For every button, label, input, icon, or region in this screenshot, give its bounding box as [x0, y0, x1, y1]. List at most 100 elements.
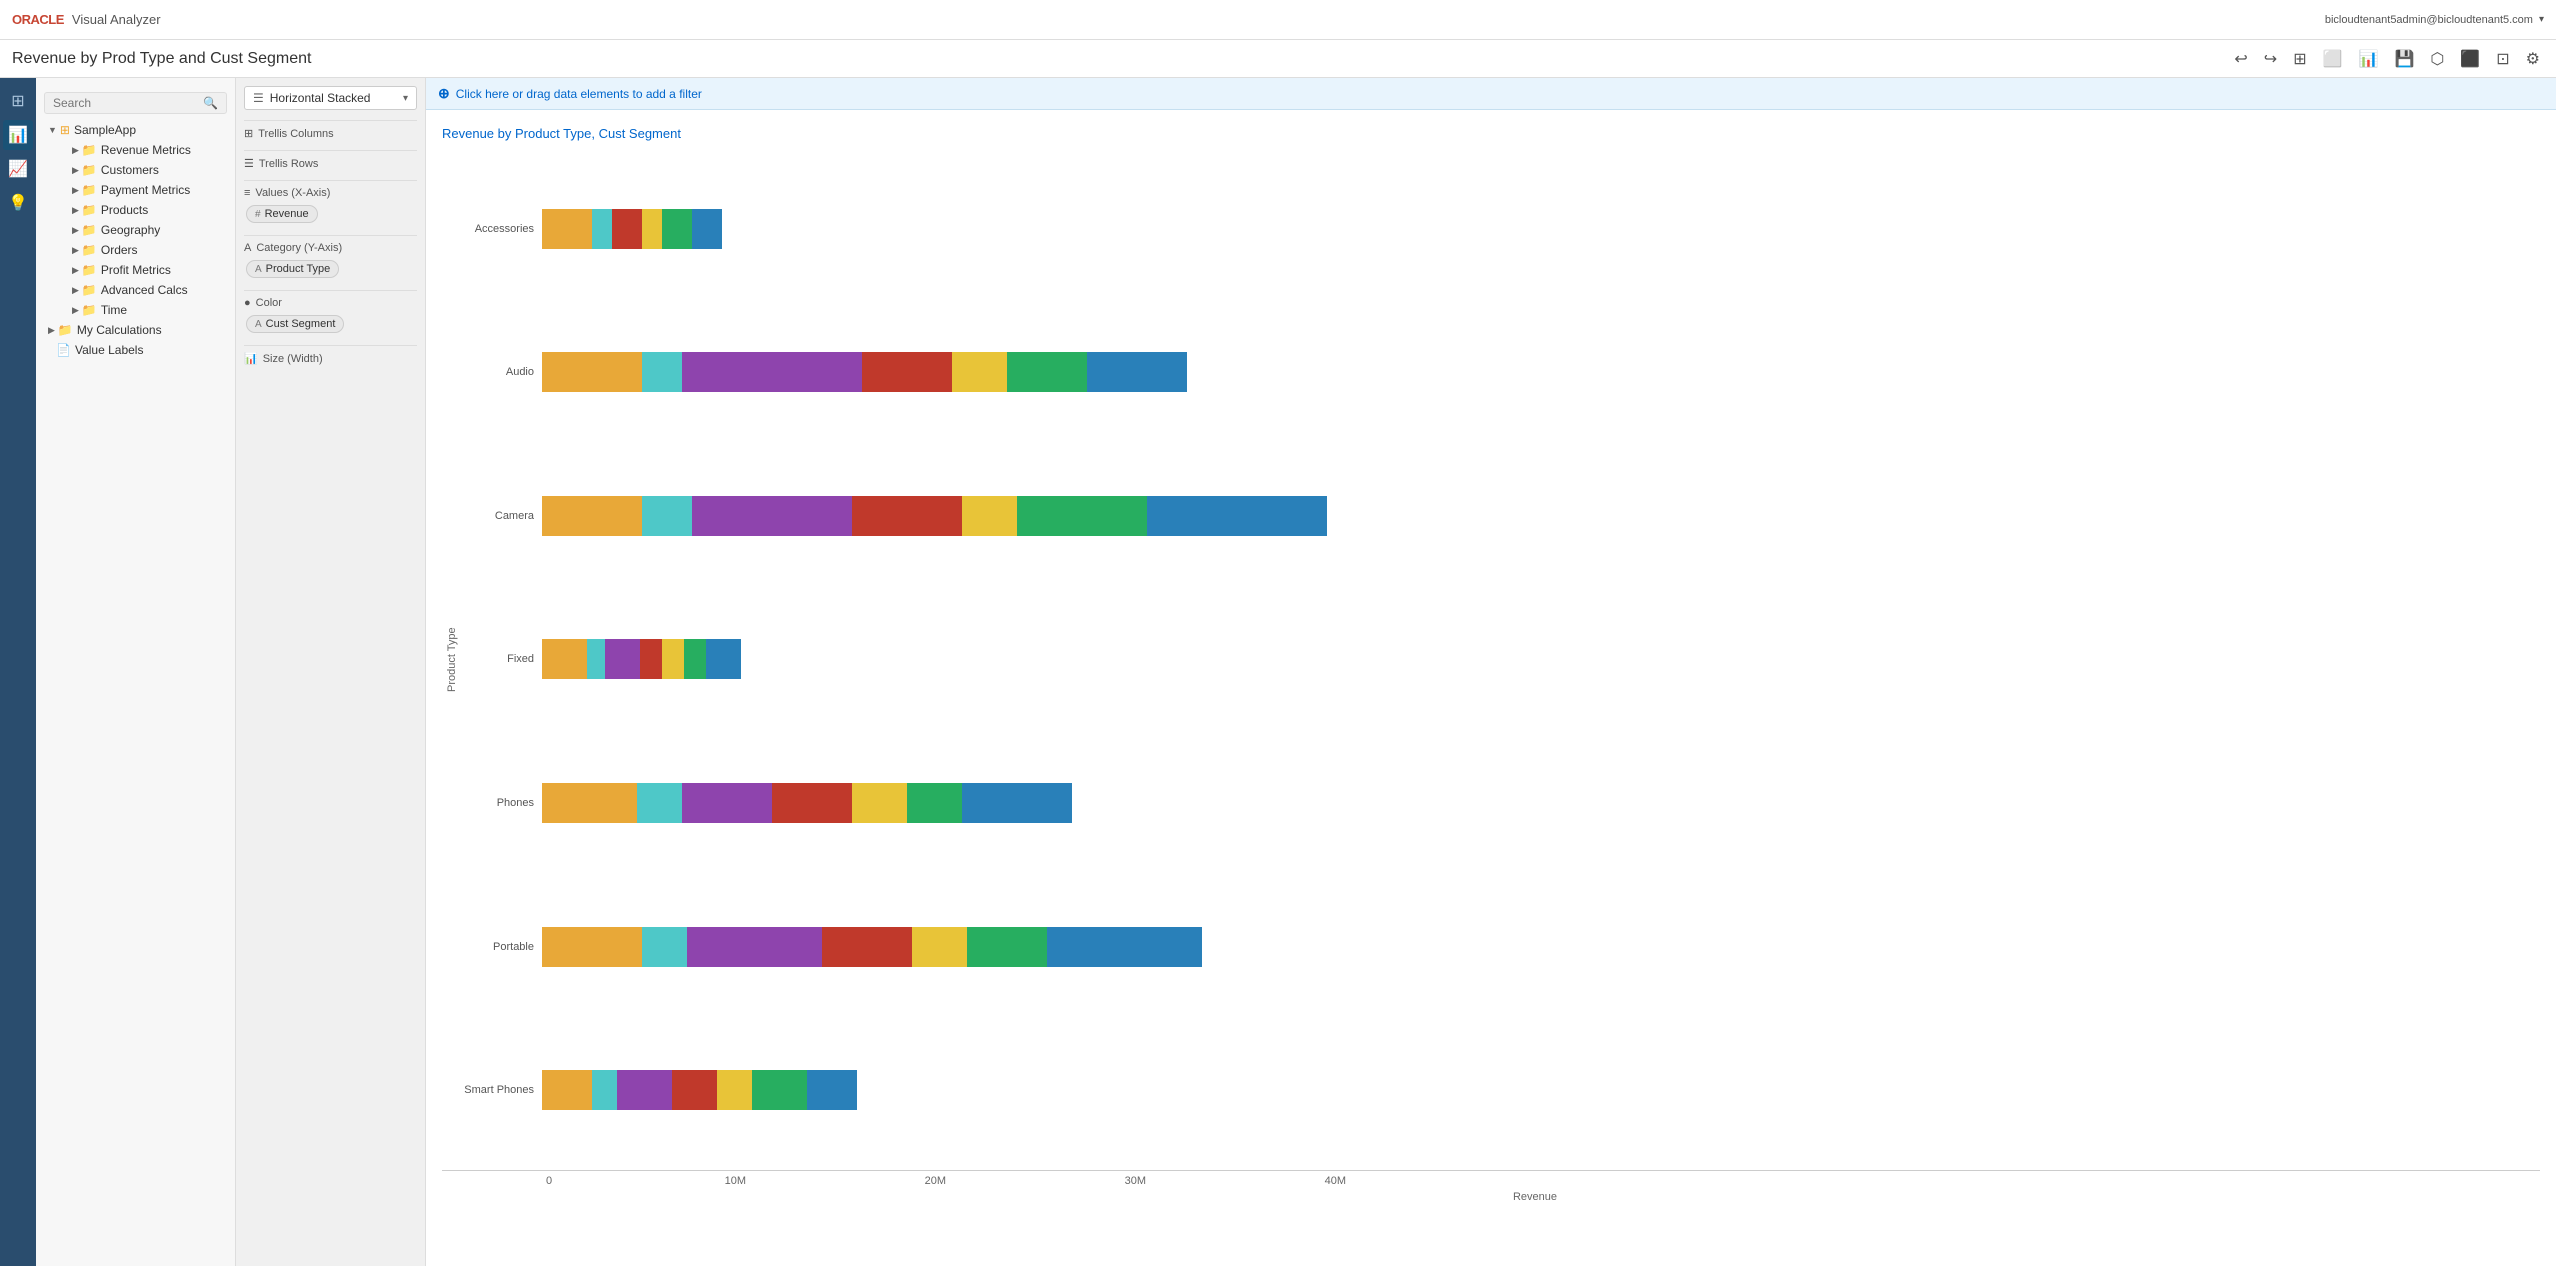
folder-icon: ⊞	[60, 123, 70, 137]
sidebar-item-advanced-calcs[interactable]: ▶ 📁 Advanced Calcs	[60, 280, 235, 300]
sidebar-label-my-calculations: My Calculations	[77, 323, 162, 337]
user-menu-chevron[interactable]: ▾	[2539, 14, 2544, 25]
grammar-section-color: ● Color A Cust Segment	[244, 290, 417, 335]
nav-icon-lightbulb[interactable]: 💡	[3, 188, 33, 218]
product-type-pill[interactable]: A Product Type	[246, 260, 339, 278]
segment	[772, 783, 852, 823]
segment	[617, 1070, 672, 1110]
sidebar-item-revenue-metrics[interactable]: ▶ 📁 Revenue Metrics	[60, 140, 235, 160]
sidebar-item-products[interactable]: ▶ 📁 Products	[60, 200, 235, 220]
segment	[1007, 352, 1087, 392]
app-name: Visual Analyzer	[72, 12, 161, 27]
fullscreen-button[interactable]: ⊡	[2492, 47, 2513, 71]
chart-type-button[interactable]: ⊞	[2289, 47, 2310, 71]
sidebar-item-payment-metrics[interactable]: ▶ 📁 Payment Metrics	[60, 180, 235, 200]
segment	[682, 352, 862, 392]
sidebar-label-value-labels: Value Labels	[75, 343, 144, 357]
grammar-section-trellis-columns: ⊞ Trellis Columns	[244, 120, 417, 140]
nav-icon-data[interactable]: 📊	[3, 120, 33, 150]
segment	[807, 1070, 857, 1110]
expand-icon-customers: ▶	[72, 165, 79, 176]
segment	[642, 496, 692, 536]
sidebar-item-sampleapp[interactable]: ▼ ⊞ SampleApp	[36, 120, 235, 140]
present-button[interactable]: ⬛	[2456, 47, 2484, 71]
bar-label-accessories: Accessories	[462, 223, 542, 235]
sidebar-item-customers[interactable]: ▶ 📁 Customers	[60, 160, 235, 180]
export-button[interactable]: ⬜	[2319, 47, 2347, 71]
segment	[692, 496, 852, 536]
segment	[592, 1070, 617, 1110]
segment	[592, 209, 612, 249]
product-type-pill-label: Product Type	[266, 263, 331, 275]
bar-stack-smartphones	[542, 1070, 857, 1110]
bar-row-smartphones: Smart Phones	[462, 1070, 2524, 1110]
segment	[542, 783, 637, 823]
toolbar-actions: ↩ ↪ ⊞ ⬜ 📊 💾 ⬡ ⬛ ⊡ ⚙	[2230, 47, 2544, 71]
trellis-rows-header: ☰ Trellis Rows	[244, 150, 417, 170]
folder-icon-time: 📁	[82, 303, 97, 317]
nav-icon-home[interactable]: ⊞	[3, 86, 33, 116]
sidebar-item-my-calculations[interactable]: ▶ 📁 My Calculations	[36, 320, 235, 340]
save-button[interactable]: 💾	[2390, 47, 2418, 71]
segment	[672, 1070, 717, 1110]
user-email: bicloudtenant5admin@bicloudtenant5.com	[2325, 14, 2533, 26]
bar-row-audio: Audio	[462, 352, 2524, 392]
segment	[612, 209, 642, 249]
visualization-button[interactable]: 📊	[2355, 47, 2383, 71]
grammar-section-trellis-rows: ☰ Trellis Rows	[244, 150, 417, 170]
filter-label: Click here or drag data elements to add …	[456, 87, 702, 101]
cust-segment-pill-label: Cust Segment	[266, 318, 336, 330]
filter-bar[interactable]: ⊕ Click here or drag data elements to ad…	[426, 78, 2556, 110]
sidebar-label-sampleapp: SampleApp	[74, 123, 136, 137]
search-bar[interactable]: 🔍	[44, 92, 227, 114]
sidebar-item-orders[interactable]: ▶ 📁 Orders	[60, 240, 235, 260]
expand-icon-orders: ▶	[72, 245, 79, 256]
grammar-panel: ☰ Horizontal Stacked ▾ ⊞ Trellis Columns…	[236, 78, 426, 1266]
trellis-columns-label: Trellis Columns	[258, 128, 333, 140]
redo-button[interactable]: ↪	[2260, 47, 2281, 71]
segment	[852, 496, 962, 536]
segment	[1147, 496, 1327, 536]
sidebar-item-time[interactable]: ▶ 📁 Time	[60, 300, 235, 320]
segment	[642, 927, 687, 967]
nav-icon-chart[interactable]: 📈	[3, 154, 33, 184]
undo-button[interactable]: ↩	[2230, 47, 2251, 71]
x-axis-title: Revenue	[442, 1191, 2540, 1203]
plus-icon: ⊕	[438, 85, 450, 102]
expand-icon-geography: ▶	[72, 225, 79, 236]
chart-type-label: Horizontal Stacked	[270, 91, 371, 105]
segment	[822, 927, 912, 967]
category-label: Category (Y-Axis)	[256, 242, 342, 254]
search-icon: 🔍	[203, 96, 218, 110]
bar-stack-fixed	[542, 639, 741, 679]
sidebar-item-geography[interactable]: ▶ 📁 Geography	[60, 220, 235, 240]
trellis-rows-label: Trellis Rows	[259, 158, 319, 170]
revenue-pill[interactable]: # Revenue	[246, 205, 318, 223]
top-header: ORACLE Visual Analyzer bicloudtenant5adm…	[0, 0, 2556, 40]
sidebar-sub: ▶ 📁 Revenue Metrics ▶ 📁 Customers ▶ 📁 Pa…	[36, 140, 235, 320]
oracle-logo: ORACLE	[12, 11, 64, 29]
share-button[interactable]: ⬡	[2426, 47, 2448, 71]
grammar-section-category: A Category (Y-Axis) A Product Type	[244, 235, 417, 280]
segment	[952, 352, 1007, 392]
sidebar-item-profit-metrics[interactable]: ▶ 📁 Profit Metrics	[60, 260, 235, 280]
sidebar-item-value-labels[interactable]: 📄 Value Labels	[36, 340, 235, 360]
folder-icon-customers: 📁	[82, 163, 97, 177]
cust-segment-pill[interactable]: A Cust Segment	[246, 315, 344, 333]
segment	[687, 927, 822, 967]
segment	[542, 496, 642, 536]
x-tick-20m: 20M	[746, 1175, 946, 1187]
segment	[662, 209, 692, 249]
x-tick-40m: 40M	[1146, 1175, 1346, 1187]
expand-icon: ▼	[48, 125, 57, 135]
settings-button[interactable]: ⚙	[2522, 47, 2544, 71]
chart-type-dropdown[interactable]: ☰ Horizontal Stacked ▾	[244, 86, 417, 110]
grammar-section-values: ≡ Values (X-Axis) # Revenue	[244, 180, 417, 225]
segment	[1017, 496, 1147, 536]
category-header: A Category (Y-Axis)	[244, 235, 417, 254]
bar-row-camera: Camera	[462, 496, 2524, 536]
bar-stack-camera	[542, 496, 1327, 536]
search-input[interactable]	[53, 96, 203, 110]
segment	[962, 496, 1017, 536]
sidebar-label-orders: Orders	[101, 243, 138, 257]
